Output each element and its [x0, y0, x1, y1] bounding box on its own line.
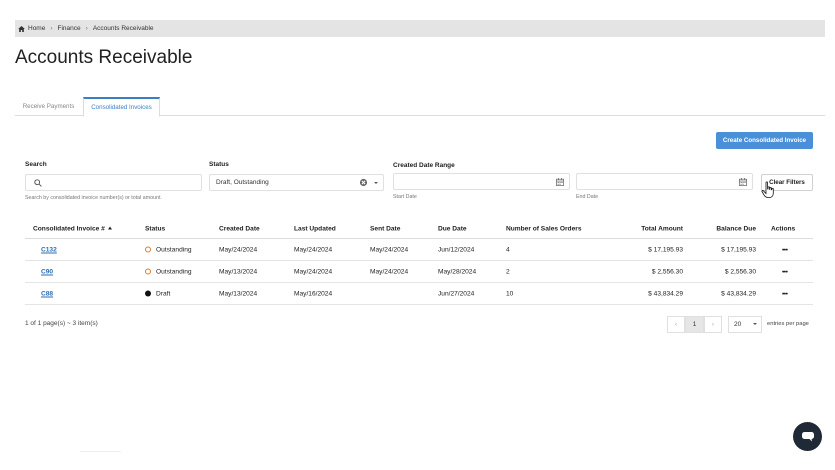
total-amount-cell: $ 2,556.30: [651, 268, 683, 275]
column-header-due-date[interactable]: Due Date: [438, 225, 467, 232]
row-actions-menu-icon[interactable]: •••: [782, 268, 788, 275]
chevron-down-icon: [753, 323, 757, 325]
status-value: Draft, Outstanding: [216, 179, 269, 186]
outstanding-status-icon: [145, 268, 151, 274]
chat-icon: [801, 431, 814, 441]
balance-due-cell: $ 43,834.29: [721, 290, 756, 297]
status-text: Outstanding: [156, 246, 192, 253]
last-updated-cell: May/16/2024: [294, 290, 333, 297]
column-header-status[interactable]: Status: [145, 225, 165, 232]
per-page-value: 20: [734, 321, 742, 328]
status-cell: Outstanding: [145, 246, 192, 253]
row-actions-menu-icon[interactable]: •••: [782, 246, 788, 253]
tab-consolidated-invoices[interactable]: Consolidated Invoices: [83, 97, 160, 117]
page-1-button[interactable]: 1: [685, 316, 704, 333]
column-header-created-date[interactable]: Created Date: [219, 225, 260, 232]
column-header-balance-due[interactable]: Balance Due: [716, 225, 756, 232]
column-header-sent-date[interactable]: Sent Date: [370, 225, 400, 232]
breadcrumb-current: Accounts Receivable: [92, 25, 154, 32]
breadcrumb: Home › Finance › Accounts Receivable: [15, 20, 825, 37]
search-hint: Search by consolidated invoice number(s)…: [25, 195, 162, 201]
created-date-cell: May/13/2024: [219, 268, 258, 275]
entries-per-page-label: entries per page: [767, 321, 809, 327]
pagination-info: 1 of 1 page(s) ~ 3 item(s): [25, 320, 98, 327]
draft-status-icon: [145, 290, 151, 296]
home-icon[interactable]: [18, 25, 25, 32]
status-text: Outstanding: [156, 268, 192, 275]
due-date-cell: Jun/12/2024: [438, 246, 475, 253]
total-amount-cell: $ 17,195.93: [648, 246, 683, 253]
chat-widget-button[interactable]: [793, 422, 822, 451]
breadcrumb-separator: ›: [50, 25, 53, 32]
created-date-cell: May/24/2024: [219, 246, 258, 253]
search-icon: [34, 178, 42, 187]
table-row: C88 Draft May/13/2024 May/16/2024 Jun/27…: [25, 283, 813, 305]
next-page-button[interactable]: ›: [704, 316, 722, 333]
calendar-icon[interactable]: [739, 178, 747, 186]
search-label: Search: [25, 161, 47, 168]
due-date-cell: May/28/2024: [438, 268, 477, 275]
column-header-invoice[interactable]: Consolidated Invoice #: [33, 225, 112, 232]
due-date-cell: Jun/27/2024: [438, 290, 475, 297]
sort-ascending-icon[interactable]: [107, 226, 112, 229]
total-amount-cell: $ 43,834.29: [648, 290, 683, 297]
calendar-icon[interactable]: [556, 178, 564, 186]
tab-bar: Receive Payments Consolidated Invoices: [15, 97, 825, 117]
sales-orders-cell: 10: [506, 290, 514, 297]
created-date-range-label: Created Date Range: [393, 162, 455, 169]
invoice-link[interactable]: C90: [41, 268, 53, 275]
end-date-input[interactable]: [576, 173, 753, 190]
sales-orders-cell: 4: [506, 246, 510, 253]
start-date-input[interactable]: [393, 173, 570, 190]
column-header-total-amount[interactable]: Total Amount: [641, 225, 683, 232]
hand-pointer-icon: [761, 181, 774, 198]
last-updated-cell: May/24/2024: [294, 268, 333, 275]
status-select[interactable]: Draft, Outstanding: [209, 174, 384, 191]
column-header-sales-orders[interactable]: Number of Sales Orders: [506, 225, 582, 232]
column-header-actions: Actions: [771, 225, 796, 232]
breadcrumb-home[interactable]: Home: [28, 25, 45, 32]
status-label: Status: [209, 161, 229, 168]
invoice-link[interactable]: C132: [41, 246, 57, 253]
chevron-down-icon[interactable]: [374, 182, 378, 184]
balance-due-cell: $ 17,195.93: [721, 246, 756, 253]
tab-receive-payments[interactable]: Receive Payments: [15, 97, 82, 116]
column-header-last-updated[interactable]: Last Updated: [294, 225, 336, 232]
breadcrumb-finance[interactable]: Finance: [58, 25, 81, 32]
outstanding-status-icon: [145, 246, 151, 252]
entries-per-page-select[interactable]: 20: [728, 316, 762, 333]
row-actions-menu-icon[interactable]: •••: [782, 290, 788, 297]
page-title: Accounts Receivable: [15, 47, 193, 68]
sent-date-cell: May/24/2024: [370, 268, 409, 275]
sent-date-cell: May/24/2024: [370, 246, 409, 253]
previous-page-button[interactable]: ‹: [667, 316, 685, 333]
table-row: C90 Outstanding May/13/2024 May/24/2024 …: [25, 261, 813, 283]
start-date-hint: Start Date: [393, 194, 417, 200]
table-row: C132 Outstanding May/24/2024 May/24/2024…: [25, 239, 813, 261]
column-header-invoice-label: Consolidated Invoice #: [33, 225, 105, 232]
clear-selection-icon[interactable]: [359, 178, 368, 187]
last-updated-cell: May/24/2024: [294, 246, 333, 253]
balance-due-cell: $ 2,556.30: [724, 268, 756, 275]
end-date-hint: End Date: [576, 194, 599, 200]
created-date-cell: May/13/2024: [219, 290, 258, 297]
search-input[interactable]: [25, 174, 202, 191]
sales-orders-cell: 2: [506, 268, 510, 275]
breadcrumb-separator: ›: [85, 25, 88, 32]
create-consolidated-invoice-button[interactable]: Create Consolidated Invoice: [716, 132, 813, 149]
status-cell: Draft: [145, 290, 170, 297]
status-text: Draft: [156, 290, 171, 297]
divider: [80, 451, 121, 452]
invoice-link[interactable]: C88: [41, 290, 53, 297]
table-header-row: Consolidated Invoice # Status Created Da…: [25, 219, 813, 239]
status-cell: Outstanding: [145, 268, 192, 275]
